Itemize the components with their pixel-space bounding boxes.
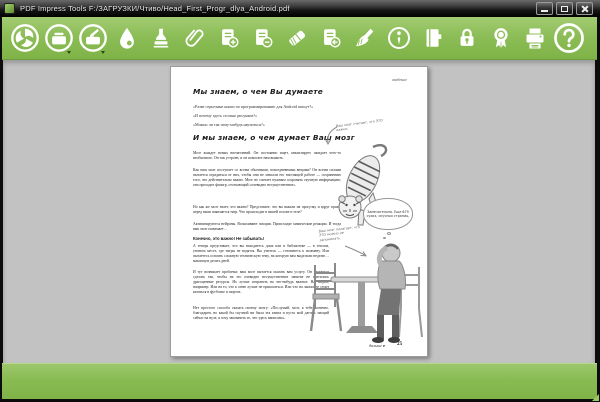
insert-pages-button[interactable] bbox=[212, 19, 246, 57]
paperclip-icon bbox=[183, 26, 207, 50]
page-plus-icon bbox=[217, 26, 241, 50]
app-logo-icon bbox=[4, 3, 15, 14]
remove-pages-button[interactable] bbox=[246, 19, 280, 57]
page-minus-icon bbox=[251, 26, 275, 50]
extract-pages-button[interactable] bbox=[314, 19, 348, 57]
close-icon bbox=[581, 5, 589, 13]
printer-icon bbox=[522, 25, 548, 51]
tiger-annotation: Ваш мозг считает, что ЭТО важно. bbox=[336, 118, 389, 133]
import-portfolio-icon bbox=[78, 23, 108, 53]
resize-grip[interactable] bbox=[592, 394, 599, 401]
quote-line: «Разве серьезные книги по программирован… bbox=[193, 104, 313, 109]
help-button[interactable] bbox=[552, 19, 586, 57]
app-window: PDF Impress Tools F:/ЗАГРУЗКИ/Чтиво/Head… bbox=[0, 0, 600, 402]
bookmarks-button[interactable] bbox=[416, 19, 450, 57]
import-dropdown-caret[interactable] bbox=[101, 51, 105, 54]
document-canvas[interactable]: введение Мы знаем, о чем Вы думаете «Раз… bbox=[3, 60, 595, 363]
quote-line: «И почему здесь столько рисунков?» bbox=[193, 113, 257, 118]
aperture-icon bbox=[10, 23, 40, 53]
pdf-page[interactable]: введение Мы знаем, о чем Вы думаете «Раз… bbox=[170, 66, 428, 357]
certify-button[interactable] bbox=[484, 19, 518, 57]
emphasis-line: Конечно, это важно! Не забывать! bbox=[193, 236, 264, 241]
watermark-button[interactable] bbox=[110, 19, 144, 57]
help-icon bbox=[553, 22, 585, 54]
stamp-button[interactable] bbox=[144, 19, 178, 57]
lock-icon bbox=[455, 26, 479, 50]
info-icon bbox=[386, 25, 412, 51]
navigation-bar: 75% bbox=[2, 363, 597, 399]
broom-icon bbox=[353, 26, 377, 50]
close-button[interactable] bbox=[576, 2, 593, 15]
toolbar bbox=[2, 17, 597, 60]
import-document-button[interactable] bbox=[76, 19, 110, 57]
titlebar[interactable]: PDF Impress Tools F:/ЗАГРУЗКИ/Чтиво/Head… bbox=[0, 0, 600, 17]
stamp-icon bbox=[149, 26, 173, 50]
award-ribbon-icon bbox=[489, 26, 513, 50]
thought-bubble-dot bbox=[387, 232, 391, 235]
section-label: введение bbox=[392, 77, 407, 82]
book-icon bbox=[421, 26, 445, 50]
body-paragraph: Как наш мозг поступает со всеми обычными… bbox=[193, 168, 341, 188]
quote-line: «Можно ли так чему-нибудь научиться?» bbox=[193, 122, 265, 127]
open-portfolio-icon bbox=[44, 23, 74, 53]
eraser-icon bbox=[285, 26, 309, 50]
print-button[interactable] bbox=[518, 19, 552, 57]
open-document-button[interactable] bbox=[42, 19, 76, 57]
window-title: PDF Impress Tools F:/ЗАГРУЗКИ/Чтиво/Head… bbox=[20, 4, 290, 13]
body-paragraph: Но как же мозг знает, что важно? Предста… bbox=[193, 205, 341, 215]
minimize-icon bbox=[541, 10, 548, 12]
page-heading-1: Мы знаем, о чем Вы думаете bbox=[193, 87, 323, 96]
man-at-desk-photo bbox=[301, 237, 428, 345]
ink-drop-icon bbox=[115, 26, 139, 50]
pdf-impress-logo-icon[interactable] bbox=[8, 19, 42, 57]
window-controls bbox=[533, 2, 593, 15]
thought-bubble: Замечательно. Еще 679 сухих, скучных стр… bbox=[363, 198, 413, 230]
cleanup-button[interactable] bbox=[348, 19, 382, 57]
open-dropdown-caret[interactable] bbox=[67, 51, 71, 54]
page-extract-icon bbox=[319, 26, 343, 50]
footer-page-number: 25 bbox=[397, 341, 402, 347]
eraser-button[interactable] bbox=[280, 19, 314, 57]
maximize-button[interactable] bbox=[556, 2, 573, 15]
minimize-button[interactable] bbox=[536, 2, 553, 15]
document-info-button[interactable] bbox=[382, 19, 416, 57]
security-button[interactable] bbox=[450, 19, 484, 57]
attachments-button[interactable] bbox=[178, 19, 212, 57]
maximize-icon bbox=[561, 6, 568, 12]
footer-next-label: дальше ▸ bbox=[369, 343, 385, 348]
body-paragraph: Мозг жаждет новых впечатлений. Он постоя… bbox=[193, 151, 341, 161]
